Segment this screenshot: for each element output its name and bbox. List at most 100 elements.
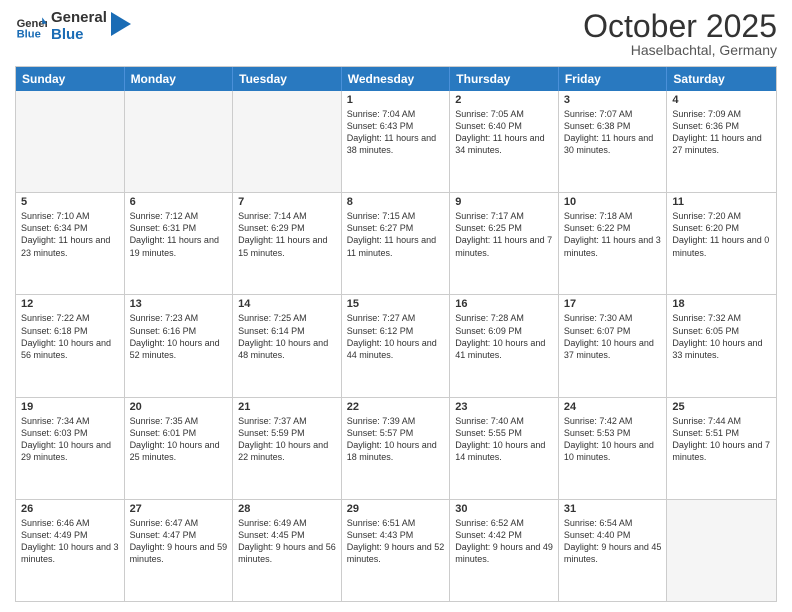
cell-info: Sunrise: 7:23 AMSunset: 6:16 PMDaylight:… <box>130 312 228 361</box>
day-number: 1 <box>347 94 445 106</box>
day-number: 10 <box>564 196 662 208</box>
day-cell-19: 19 Sunrise: 7:34 AMSunset: 6:03 PMDayligh… <box>16 398 125 499</box>
cell-info: Sunrise: 7:34 AMSunset: 6:03 PMDaylight:… <box>21 415 119 464</box>
day-cell-10: 10 Sunrise: 7:18 AMSunset: 6:22 PMDayligh… <box>559 193 668 294</box>
cell-info: Sunrise: 7:32 AMSunset: 6:05 PMDaylight:… <box>672 312 771 361</box>
calendar: SundayMondayTuesdayWednesdayThursdayFrid… <box>15 66 777 602</box>
cell-info: Sunrise: 7:12 AMSunset: 6:31 PMDaylight:… <box>130 210 228 259</box>
day-number: 29 <box>347 503 445 515</box>
day-number: 4 <box>672 94 771 106</box>
day-number: 18 <box>672 298 771 310</box>
cell-info: Sunrise: 7:14 AMSunset: 6:29 PMDaylight:… <box>238 210 336 259</box>
cell-info: Sunrise: 7:10 AMSunset: 6:34 PMDaylight:… <box>21 210 119 259</box>
day-cell-1: 1 Sunrise: 7:04 AMSunset: 6:43 PMDaylight… <box>342 91 451 192</box>
day-number: 15 <box>347 298 445 310</box>
day-number: 22 <box>347 401 445 413</box>
day-number: 5 <box>21 196 119 208</box>
empty-cell <box>233 91 342 192</box>
cell-info: Sunrise: 7:07 AMSunset: 6:38 PMDaylight:… <box>564 108 662 157</box>
day-cell-3: 3Sunrise: 7:07 AMSunset: 6:38 PMDaylight… <box>559 91 668 192</box>
cell-info: Sunrise: 7:22 AMSunset: 6:18 PMDaylight:… <box>21 312 119 361</box>
day-cell-24: 24Sunrise: 7:42 AMSunset: 5:53 PMDayligh… <box>559 398 668 499</box>
day-number: 23 <box>455 401 553 413</box>
cell-info: Sunrise: 7:15 AMSunset: 6:27 PMDaylight:… <box>347 210 445 259</box>
day-number: 27 <box>130 503 228 515</box>
day-number: 19 <box>21 401 119 413</box>
cell-info: Sunrise: 7:44 AMSunset: 5:51 PMDaylight:… <box>672 415 771 464</box>
day-cell-14: 14 Sunrise: 7:25 AMSunset: 6:14 PMDayligh… <box>233 295 342 396</box>
day-cell-20: 20 Sunrise: 7:35 AMSunset: 6:01 PMDayligh… <box>125 398 234 499</box>
day-number: 9 <box>455 196 553 208</box>
day-cell-2: 2Sunrise: 7:05 AMSunset: 6:40 PMDaylight… <box>450 91 559 192</box>
day-number: 24 <box>564 401 662 413</box>
header-day-monday: Monday <box>125 67 234 91</box>
cell-info: Sunrise: 6:51 AMSunset: 4:43 PMDaylight:… <box>347 517 445 566</box>
day-number: 25 <box>672 401 771 413</box>
day-number: 7 <box>238 196 336 208</box>
cell-info: Sunrise: 6:52 AMSunset: 4:42 PMDaylight:… <box>455 517 553 566</box>
header-day-friday: Friday <box>559 67 668 91</box>
calendar-row-1: 5 Sunrise: 7:10 AMSunset: 6:34 PMDaylight… <box>16 192 776 294</box>
day-number: 6 <box>130 196 228 208</box>
cell-info: Sunrise: 7:28 AMSunset: 6:09 PMDaylight:… <box>455 312 553 361</box>
day-cell-30: 30 Sunrise: 6:52 AMSunset: 4:42 PMDayligh… <box>450 500 559 601</box>
cell-info: Sunrise: 6:46 AMSunset: 4:49 PMDaylight:… <box>21 517 119 566</box>
logo: General Blue General Blue <box>15 10 131 43</box>
logo-general: General <box>51 10 107 27</box>
day-cell-26: 26Sunrise: 6:46 AMSunset: 4:49 PMDayligh… <box>16 500 125 601</box>
header-day-sunday: Sunday <box>16 67 125 91</box>
day-number: 17 <box>564 298 662 310</box>
header-day-thursday: Thursday <box>450 67 559 91</box>
day-cell-9: 9 Sunrise: 7:17 AMSunset: 6:25 PMDaylight… <box>450 193 559 294</box>
day-number: 21 <box>238 401 336 413</box>
empty-cell <box>125 91 234 192</box>
day-number: 30 <box>455 503 553 515</box>
cell-info: Sunrise: 7:35 AMSunset: 6:01 PMDaylight:… <box>130 415 228 464</box>
day-cell-15: 15Sunrise: 7:27 AMSunset: 6:12 PMDayligh… <box>342 295 451 396</box>
cell-info: Sunrise: 7:18 AMSunset: 6:22 PMDaylight:… <box>564 210 662 259</box>
day-cell-25: 25 Sunrise: 7:44 AMSunset: 5:51 PMDayligh… <box>667 398 776 499</box>
svg-text:Blue: Blue <box>17 28 41 40</box>
day-cell-6: 6 Sunrise: 7:12 AMSunset: 6:31 PMDaylight… <box>125 193 234 294</box>
day-cell-27: 27 Sunrise: 6:47 AMSunset: 4:47 PMDayligh… <box>125 500 234 601</box>
calendar-row-4: 26Sunrise: 6:46 AMSunset: 4:49 PMDayligh… <box>16 499 776 601</box>
day-cell-8: 8Sunrise: 7:15 AMSunset: 6:27 PMDaylight… <box>342 193 451 294</box>
logo-icon: General Blue <box>15 11 47 43</box>
day-cell-22: 22 Sunrise: 7:39 AMSunset: 5:57 PMDayligh… <box>342 398 451 499</box>
cell-info: Sunrise: 7:40 AMSunset: 5:55 PMDaylight:… <box>455 415 553 464</box>
day-number: 14 <box>238 298 336 310</box>
day-cell-29: 29 Sunrise: 6:51 AMSunset: 4:43 PMDayligh… <box>342 500 451 601</box>
day-cell-13: 13Sunrise: 7:23 AMSunset: 6:16 PMDayligh… <box>125 295 234 396</box>
day-number: 31 <box>564 503 662 515</box>
cell-info: Sunrise: 7:04 AMSunset: 6:43 PMDaylight:… <box>347 108 445 157</box>
cell-info: Sunrise: 7:37 AMSunset: 5:59 PMDaylight:… <box>238 415 336 464</box>
cell-info: Sunrise: 6:49 AMSunset: 4:45 PMDaylight:… <box>238 517 336 566</box>
day-number: 2 <box>455 94 553 106</box>
day-cell-28: 28Sunrise: 6:49 AMSunset: 4:45 PMDayligh… <box>233 500 342 601</box>
day-number: 20 <box>130 401 228 413</box>
day-cell-31: 31Sunrise: 6:54 AMSunset: 4:40 PMDayligh… <box>559 500 668 601</box>
calendar-body: 1 Sunrise: 7:04 AMSunset: 6:43 PMDaylight… <box>16 91 776 601</box>
day-number: 12 <box>21 298 119 310</box>
month-title: October 2025 <box>583 10 777 42</box>
cell-info: Sunrise: 7:39 AMSunset: 5:57 PMDaylight:… <box>347 415 445 464</box>
title-block: October 2025 Haselbachtal, Germany <box>583 10 777 58</box>
day-cell-7: 7 Sunrise: 7:14 AMSunset: 6:29 PMDaylight… <box>233 193 342 294</box>
calendar-header: SundayMondayTuesdayWednesdayThursdayFrid… <box>16 67 776 91</box>
logo-blue: Blue <box>51 27 107 44</box>
calendar-row-2: 12 Sunrise: 7:22 AMSunset: 6:18 PMDayligh… <box>16 294 776 396</box>
cell-info: Sunrise: 7:17 AMSunset: 6:25 PMDaylight:… <box>455 210 553 259</box>
day-number: 11 <box>672 196 771 208</box>
day-cell-18: 18 Sunrise: 7:32 AMSunset: 6:05 PMDayligh… <box>667 295 776 396</box>
day-number: 16 <box>455 298 553 310</box>
cell-info: Sunrise: 7:09 AMSunset: 6:36 PMDaylight:… <box>672 108 771 157</box>
page: General Blue General Blue October 2025 H… <box>0 0 792 612</box>
day-cell-11: 11Sunrise: 7:20 AMSunset: 6:20 PMDayligh… <box>667 193 776 294</box>
calendar-row-0: 1 Sunrise: 7:04 AMSunset: 6:43 PMDaylight… <box>16 91 776 192</box>
day-cell-5: 5 Sunrise: 7:10 AMSunset: 6:34 PMDaylight… <box>16 193 125 294</box>
location: Haselbachtal, Germany <box>583 42 777 58</box>
cell-info: Sunrise: 6:47 AMSunset: 4:47 PMDaylight:… <box>130 517 228 566</box>
cell-info: Sunrise: 7:30 AMSunset: 6:07 PMDaylight:… <box>564 312 662 361</box>
day-cell-21: 21 Sunrise: 7:37 AMSunset: 5:59 PMDayligh… <box>233 398 342 499</box>
cell-info: Sunrise: 7:25 AMSunset: 6:14 PMDaylight:… <box>238 312 336 361</box>
